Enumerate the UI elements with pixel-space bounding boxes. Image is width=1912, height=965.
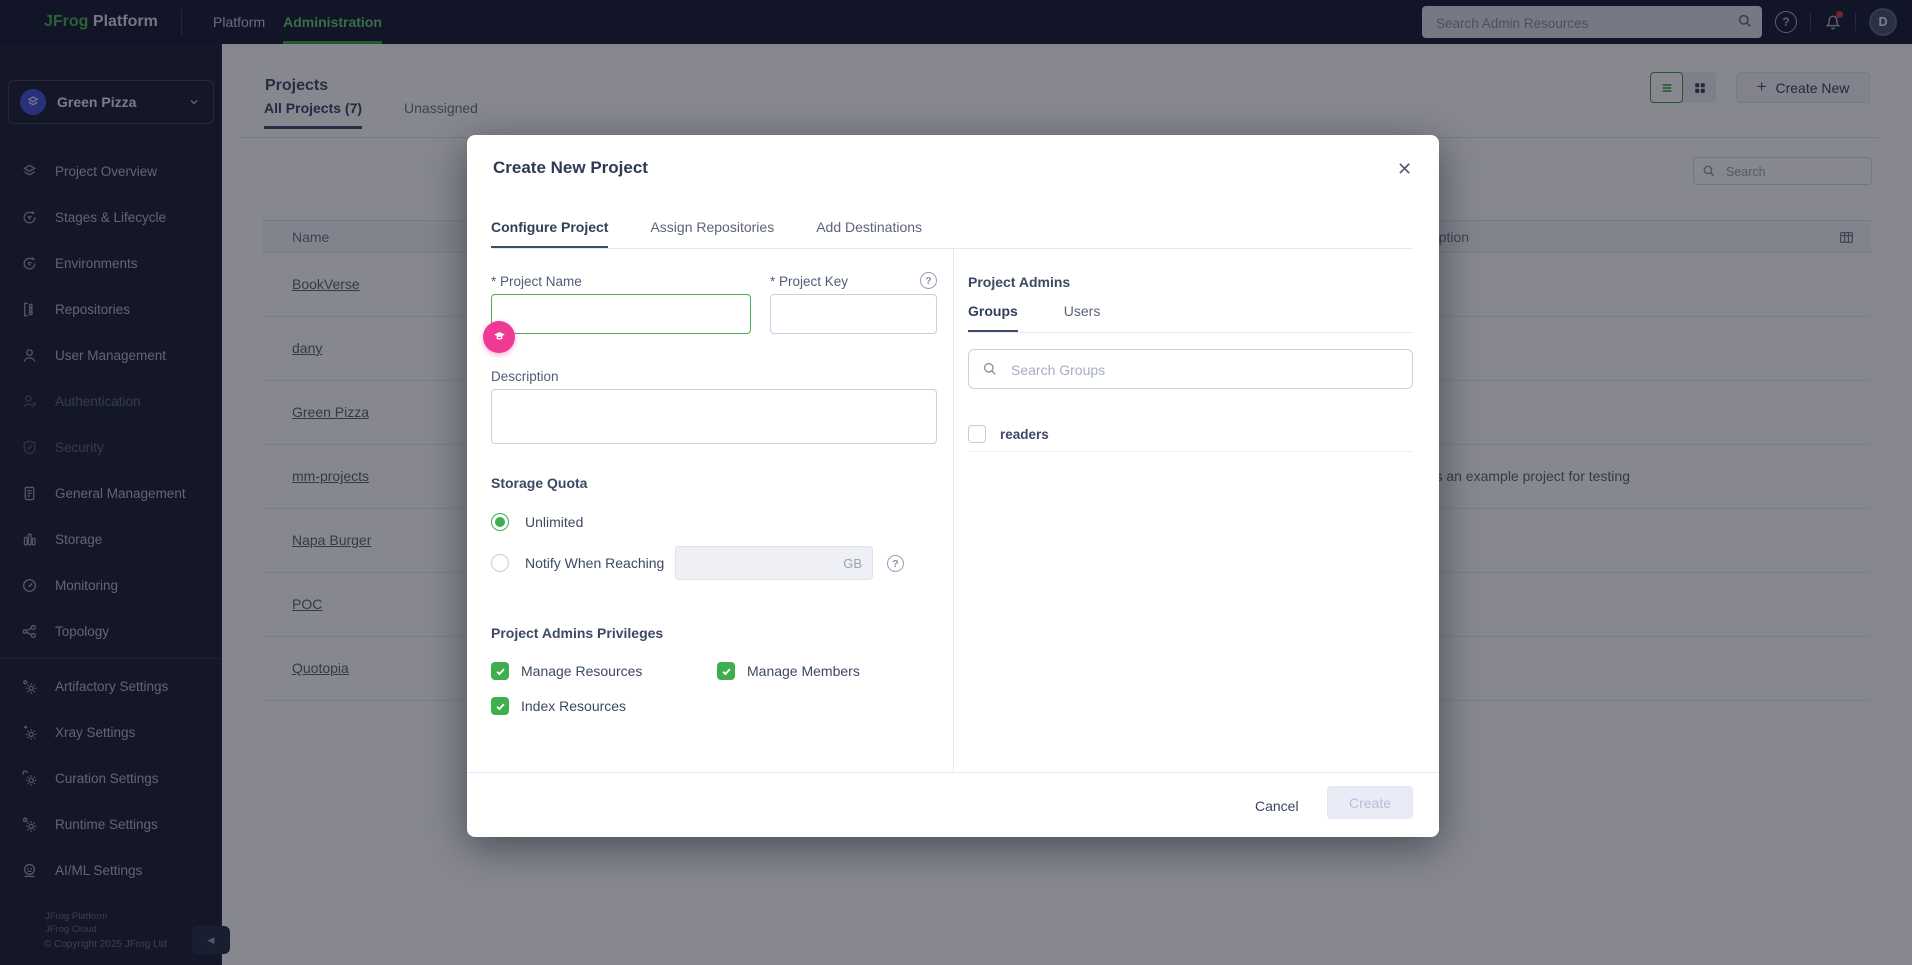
quota-value-input[interactable] <box>684 547 838 581</box>
search-icon <box>982 361 998 377</box>
group-item-readers[interactable]: readers <box>968 417 1413 452</box>
radio-unselected-icon <box>491 554 509 572</box>
checkbox-manage-members[interactable]: Manage Members <box>717 662 860 680</box>
quota-help-icon[interactable]: ? <box>887 555 904 572</box>
create-button[interactable]: Create <box>1327 786 1413 819</box>
project-key-help-icon[interactable]: ? <box>920 272 937 289</box>
tab-configure-project[interactable]: Configure Project <box>491 219 609 249</box>
screen: JFrog Platform Platform Administration ?… <box>0 0 1912 965</box>
checkbox-manage-resources[interactable]: Manage Resources <box>491 662 642 680</box>
modal-tabs: Configure Project Assign Repositories Ad… <box>491 219 922 249</box>
project-key-input[interactable] <box>770 294 937 334</box>
radio-notify-when-reaching[interactable]: Notify When Reaching <box>491 554 664 572</box>
radio-unlimited[interactable]: Unlimited <box>491 513 583 531</box>
create-project-modal: Create New Project ✕ Configure Project A… <box>467 135 1439 837</box>
divider <box>491 248 1413 249</box>
checkbox-checked-icon <box>491 697 509 715</box>
project-name-input[interactable] <box>491 294 751 334</box>
checkbox-index-resources[interactable]: Index Resources <box>491 697 626 715</box>
project-admins-title: Project Admins <box>968 274 1071 290</box>
privileges-title: Project Admins Privileges <box>491 625 664 641</box>
groups-search-input[interactable] <box>1009 350 1403 390</box>
tab-assign-repositories[interactable]: Assign Repositories <box>650 219 774 249</box>
cancel-button[interactable]: Cancel <box>1249 794 1305 818</box>
tab-add-destinations[interactable]: Add Destinations <box>816 219 922 249</box>
divider <box>968 332 1413 333</box>
checkbox-unchecked-icon <box>968 425 986 443</box>
groups-search[interactable] <box>968 349 1413 390</box>
divider <box>467 772 1439 773</box>
description-input[interactable] <box>491 389 937 444</box>
guide-wizard-icon[interactable] <box>483 321 515 353</box>
gb-suffix: GB <box>843 556 862 571</box>
checkbox-checked-icon <box>491 662 509 680</box>
divider <box>953 249 954 772</box>
quota-value-field: GB <box>675 546 873 581</box>
radio-selected-icon <box>491 513 509 531</box>
tab-groups[interactable]: Groups <box>968 303 1018 333</box>
project-name-label: * Project Name <box>491 274 582 289</box>
description-label: Description <box>491 369 559 384</box>
modal-title: Create New Project <box>493 158 648 177</box>
project-key-label: * Project Key <box>770 274 849 289</box>
tab-users[interactable]: Users <box>1064 303 1101 333</box>
storage-quota-title: Storage Quota <box>491 475 588 491</box>
admins-tabs: Groups Users <box>968 303 1100 333</box>
checkbox-checked-icon <box>717 662 735 680</box>
close-icon[interactable]: ✕ <box>1397 159 1412 180</box>
